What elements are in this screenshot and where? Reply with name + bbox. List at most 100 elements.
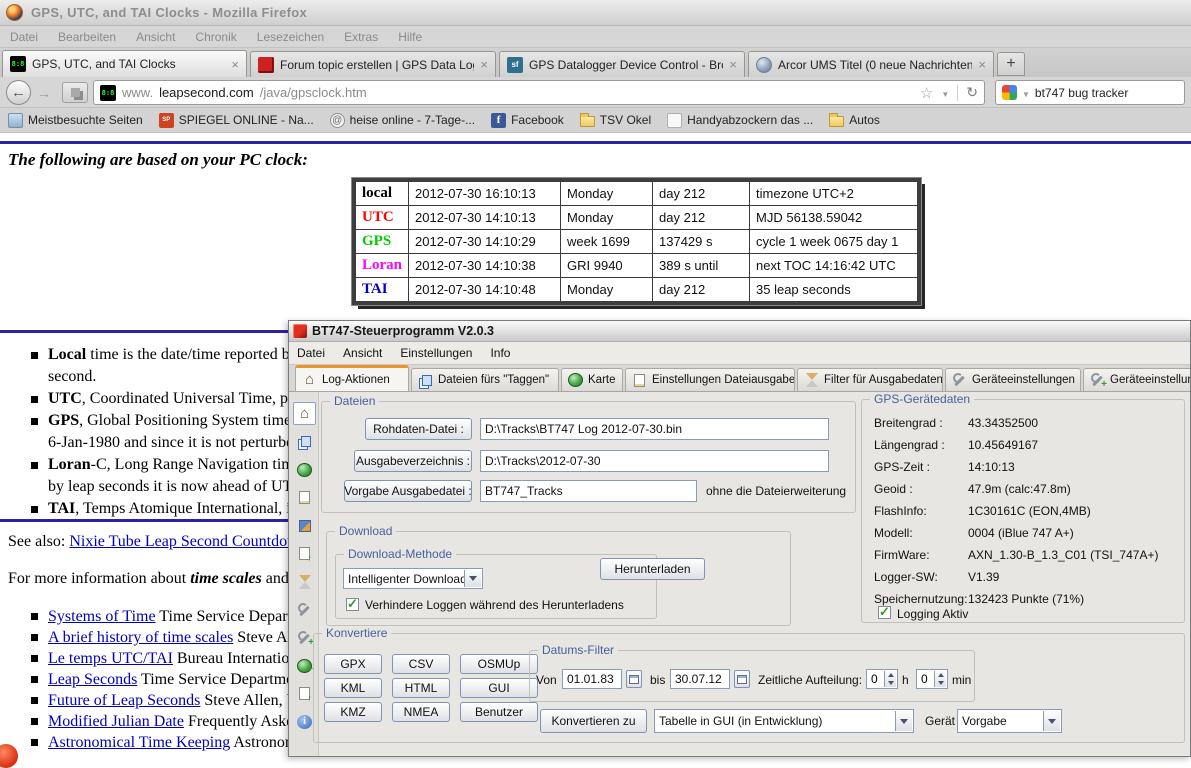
bookmark-facebook[interactable]: fFacebook — [491, 113, 564, 128]
url-dropdown-icon[interactable] — [941, 85, 949, 100]
osmup-button[interactable]: OSMUp — [460, 654, 538, 674]
bis-calendar-button[interactable] — [734, 670, 750, 688]
rohdaten-datei-field[interactable]: D:\Tracks\BT747 Log 2012-07-30.bin — [480, 418, 829, 440]
tab-filter-ausgabedaten[interactable]: Filter für Ausgabedaten — [797, 368, 943, 391]
verhindere-loggen-checkbox[interactable] — [346, 598, 359, 611]
bookmark-heise[interactable]: @heise online - 7-Tage-... — [330, 113, 475, 128]
forward-button[interactable] — [35, 84, 53, 102]
von-date-field[interactable]: 01.01.83 — [562, 669, 622, 689]
menu-hilfe[interactable]: Hilfe — [398, 30, 422, 44]
bookmark-tsv-okel[interactable]: TSV Okel — [580, 113, 651, 127]
new-tab-button[interactable]: + — [997, 52, 1025, 76]
format-select[interactable]: Tabelle in GUI (in Entwicklung) — [654, 709, 914, 733]
von-calendar-button[interactable] — [626, 670, 642, 688]
toolbar-edit-button[interactable] — [296, 517, 313, 534]
menu-datei[interactable]: Datei — [10, 30, 38, 44]
csv-button[interactable]: CSV — [392, 654, 450, 674]
leap-seconds-link[interactable]: Leap Seconds — [48, 671, 137, 688]
toolbar-device-settings-pro-button[interactable] — [296, 629, 313, 646]
nmea-button[interactable]: NMEA — [392, 702, 450, 722]
tab-dateien-taggen[interactable]: Dateien fürs "Taggen" — [411, 368, 559, 391]
toolbar-add-document-button[interactable] — [296, 685, 313, 702]
tab-geraeteeinstellungen[interactable]: Geräteeinstellungen — [945, 368, 1081, 391]
tab-close-icon[interactable] — [231, 58, 239, 71]
kmz-button[interactable]: KMZ — [324, 702, 382, 722]
bookmark-star-icon[interactable] — [920, 84, 933, 102]
chevron-down-icon[interactable] — [1043, 711, 1060, 731]
logging-aktiv-checkbox[interactable] — [878, 606, 891, 619]
toolbar-upload-button[interactable] — [296, 545, 313, 562]
menu-ansicht[interactable]: Ansicht — [136, 30, 175, 44]
stepper-arrows-icon[interactable] — [934, 671, 946, 687]
tab-forum-topic[interactable]: Forum topic erstellen | GPS Data Logger … — [250, 51, 496, 77]
tab-arcor-ums[interactable]: Arcor UMS Titel (0 neue Nachrichten) — [748, 51, 994, 77]
herunterladen-button[interactable]: Herunterladen — [600, 558, 705, 580]
menu-chronik[interactable]: Chronik — [195, 30, 236, 44]
minutes-stepper[interactable]: 0 — [916, 669, 948, 689]
future-leap-seconds-link[interactable]: Future of Leap Seconds — [48, 692, 200, 709]
rohdaten-datei-button[interactable]: Rohdaten-Datei : — [365, 418, 472, 440]
back-button[interactable] — [6, 80, 31, 105]
geraet-select[interactable]: Vorgabe — [957, 709, 1062, 733]
bookmark-most-visited[interactable]: Meistbesuchte Seiten — [8, 113, 143, 128]
ausgabeverzeichnis-button[interactable]: Ausgabeverzeichnis : — [354, 450, 472, 472]
nixie-tube-link[interactable]: Nixie Tube Leap Second Countdow — [69, 533, 298, 550]
app-menu-datei[interactable]: Datei — [297, 346, 325, 360]
search-bar[interactable]: bt747 bug tracker — [995, 80, 1185, 105]
toolbar-info-button[interactable]: i — [296, 713, 313, 730]
download-methode-select[interactable]: Intelligenter Download — [343, 568, 483, 589]
tab-gps-clocks[interactable]: 8:8 GPS, UTC, and TAI Clocks — [2, 50, 247, 77]
toolbar-files-button[interactable] — [296, 433, 313, 450]
konvertieren-zu-button[interactable]: Konvertieren zu — [540, 709, 647, 733]
gui-button[interactable]: GUI — [460, 678, 538, 698]
chevron-down-icon[interactable] — [464, 570, 481, 587]
menu-extras[interactable]: Extras — [344, 30, 378, 44]
laengengrad-value: 10.45649167 — [968, 438, 1038, 452]
systems-of-time-link[interactable]: Systems of Time — [48, 608, 156, 625]
history-time-scales-link[interactable]: A brief history of time scales — [48, 629, 233, 646]
le-temps-link[interactable]: Le temps UTC/TAI — [48, 650, 173, 667]
app-menu-info[interactable]: Info — [490, 346, 510, 360]
tab-einstellungen-dateiausgabe[interactable]: Einstellungen Dateiausgabe — [625, 368, 795, 391]
stepper-arrows-icon[interactable] — [884, 671, 896, 687]
app-menu-einstellungen[interactable]: Einstellungen — [400, 346, 472, 360]
gpx-button[interactable]: GPX — [324, 654, 382, 674]
vorgabe-ausgabedatei-button[interactable]: Vorgabe Ausgabedatei : — [344, 480, 472, 502]
chevron-down-icon[interactable] — [895, 711, 912, 731]
toolbar-log-button[interactable] — [293, 402, 316, 425]
toolbar-map-sync-button[interactable] — [296, 657, 313, 674]
url-bar[interactable]: 8:8 www.leapsecond.com/java/gpsclock.htm — [93, 80, 985, 105]
hours-stepper[interactable]: 0 — [866, 669, 898, 689]
vorgabe-ausgabedatei-field[interactable]: BT747_Tracks — [480, 480, 697, 502]
tab-geraeteeinstellungen-pro[interactable]: Geräteeinstellungen für Pr — [1083, 368, 1191, 391]
session-toolbar-button[interactable] — [62, 82, 88, 103]
search-input[interactable]: bt747 bug tracker — [1035, 86, 1128, 100]
toolbar-filter-button[interactable] — [296, 573, 313, 590]
bis-date-field[interactable]: 30.07.12 — [670, 669, 730, 689]
tab-gps-datalogger[interactable]: sf GPS Datalogger Device Control - Brows… — [499, 51, 745, 77]
benutzer-button[interactable]: Benutzer — [460, 702, 538, 722]
reload-icon[interactable] — [966, 84, 978, 101]
ausgabeverzeichnis-field[interactable]: D:\Tracks\2012-07-30 — [480, 450, 829, 472]
tab-log-aktionen[interactable]: Log-Aktionen — [295, 365, 409, 391]
menu-lesezeichen[interactable]: Lesezeichen — [257, 30, 324, 44]
app-menu-ansicht[interactable]: Ansicht — [343, 346, 382, 360]
app-tab-bar: Log-Aktionen Dateien fürs "Taggen" Karte… — [289, 365, 1190, 392]
html-button[interactable]: HTML — [392, 678, 450, 698]
app-title-bar[interactable]: BT747-Steuerprogramm V2.0.3 — [289, 321, 1190, 342]
modified-julian-date-link[interactable]: Modified Julian Date — [48, 713, 184, 730]
toolbar-map-button[interactable] — [296, 461, 313, 478]
toolbar-device-settings-button[interactable] — [296, 601, 313, 618]
bookmark-autos[interactable]: Autos — [829, 113, 880, 127]
astronomical-timekeeping-link[interactable]: Astronomical Time Keeping — [48, 734, 230, 751]
kml-button[interactable]: KML — [324, 678, 382, 698]
bookmark-spiegel[interactable]: SPSPIEGEL ONLINE - Na... — [159, 113, 314, 128]
tab-karte[interactable]: Karte — [561, 368, 623, 391]
toolbar-fileoutput-button[interactable] — [296, 489, 313, 506]
menu-bearbeiten[interactable]: Bearbeiten — [58, 30, 116, 44]
tab-close-icon[interactable] — [729, 58, 737, 71]
tab-close-icon[interactable] — [978, 58, 986, 71]
bookmark-handyabzockern[interactable]: Handyabzockern das ... — [667, 113, 813, 128]
search-engine-dropdown-icon[interactable] — [1022, 86, 1030, 100]
tab-close-icon[interactable] — [480, 58, 488, 71]
